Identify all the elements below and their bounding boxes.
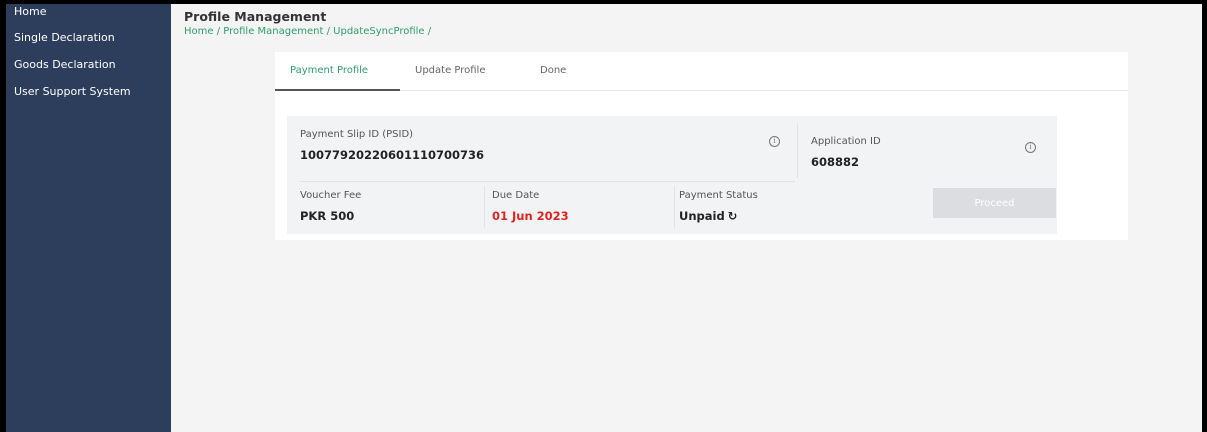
breadcrumb-update-sync-profile[interactable]: UpdateSyncProfile (333, 26, 424, 37)
sidebar-item-goods-declaration[interactable]: Goods Declaration (6, 51, 171, 78)
application-id-label: Application ID (811, 136, 881, 147)
stepper-tabs: Payment Profile Update Profile Done (275, 52, 1128, 91)
breadcrumb-profile-management[interactable]: Profile Management (223, 26, 323, 37)
info-circle-icon[interactable]: i (769, 136, 780, 147)
payment-status-value: Unpaid (679, 209, 725, 223)
refresh-icon[interactable]: ↻ (728, 209, 738, 223)
due-date-label: Due Date (492, 190, 540, 201)
voucher-fee-value: PKR 500 (300, 209, 355, 223)
breadcrumb-separator: / (213, 26, 224, 37)
app-window: Home Single Declaration Goods Declaratio… (6, 4, 1202, 432)
payment-info-box: Payment Slip ID (PSID) 10077920220601110… (287, 116, 1057, 234)
due-date-value: 01 Jun 2023 (492, 209, 569, 223)
info-circle-icon[interactable]: i (1025, 142, 1036, 153)
breadcrumb-separator: / (323, 26, 334, 37)
breadcrumb-separator: / (424, 26, 432, 37)
tab-update-profile[interactable]: Update Profile (415, 65, 486, 76)
page-title: Profile Management (184, 9, 327, 24)
sidebar-item-user-support-system[interactable]: User Support System (6, 78, 171, 105)
divider (797, 124, 798, 178)
sidebar-item-home[interactable]: Home (6, 4, 171, 24)
main-content: Profile Management Home / Profile Manage… (171, 4, 1202, 432)
voucher-fee-label: Voucher Fee (300, 190, 362, 201)
tab-done[interactable]: Done (540, 65, 566, 76)
sidebar-item-single-declaration[interactable]: Single Declaration (6, 24, 171, 51)
profile-card: Payment Profile Update Profile Done Paym… (275, 52, 1128, 240)
psid-label: Payment Slip ID (PSID) (300, 129, 414, 140)
proceed-button[interactable]: Proceed (933, 188, 1056, 218)
psid-value: 10077920220601110700736 (300, 148, 485, 162)
sidebar: Home Single Declaration Goods Declaratio… (6, 4, 171, 432)
active-tab-indicator (275, 89, 400, 91)
divider (300, 181, 795, 182)
tab-payment-profile[interactable]: Payment Profile (290, 65, 368, 76)
breadcrumb: Home / Profile Management / UpdateSyncPr… (184, 26, 431, 37)
divider (674, 186, 675, 228)
application-id-value: 608882 (811, 155, 860, 169)
payment-status-label: Payment Status (679, 190, 758, 201)
payment-status: Unpaid ↻ (679, 209, 737, 223)
breadcrumb-home[interactable]: Home (184, 26, 214, 37)
divider (484, 186, 485, 228)
